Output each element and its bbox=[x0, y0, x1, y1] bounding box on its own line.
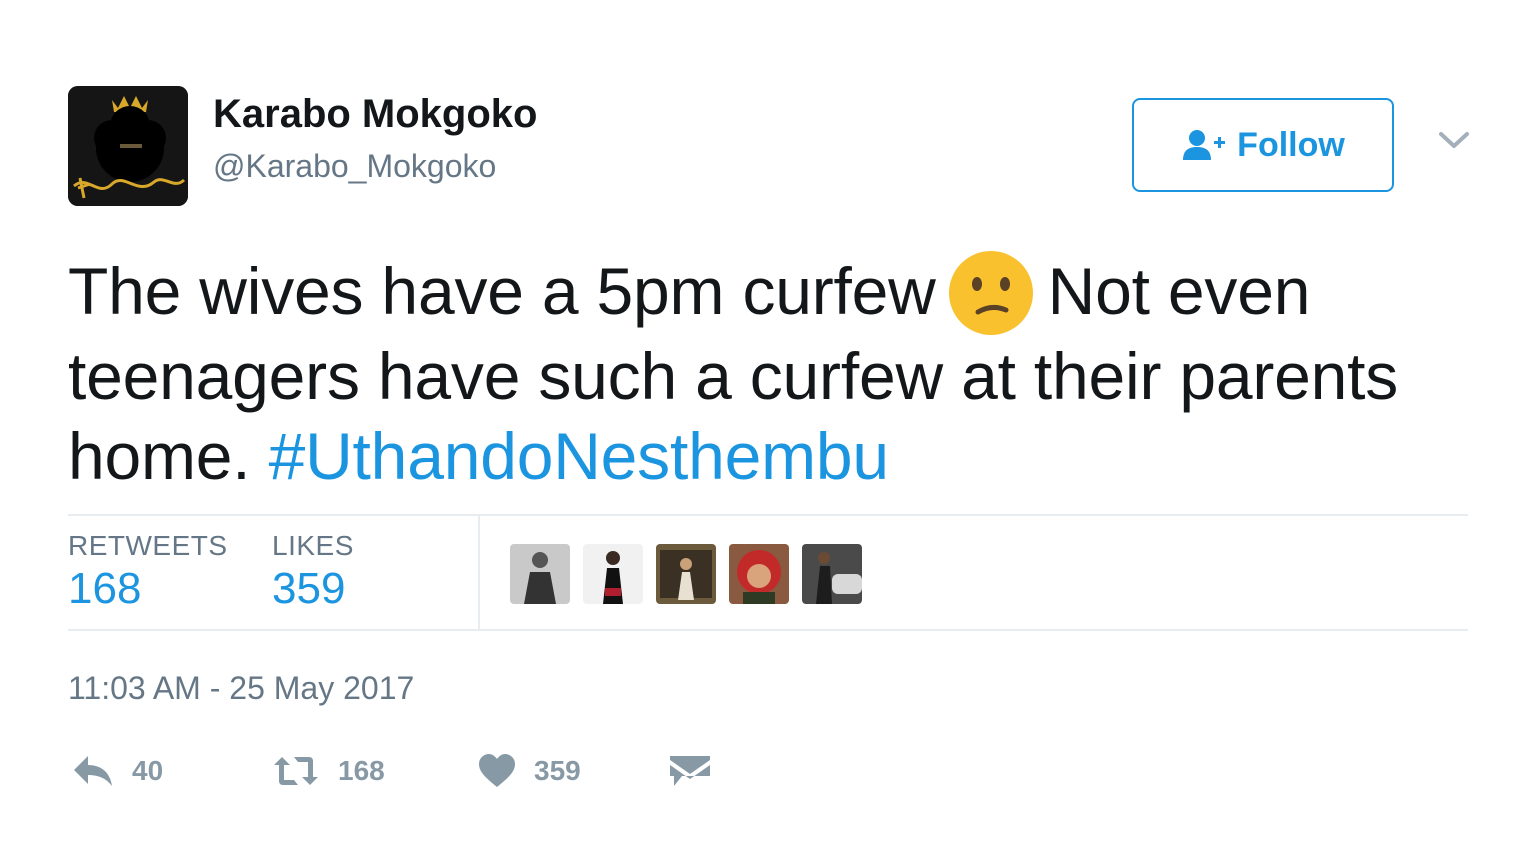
envelope-icon bbox=[670, 754, 710, 788]
like-button[interactable]: 359 bbox=[478, 748, 581, 794]
follow-label: Follow bbox=[1237, 125, 1345, 164]
tweet-text-part: The wives have a 5pm curfew bbox=[68, 254, 936, 328]
follow-button[interactable]: Follow bbox=[1132, 98, 1394, 192]
reply-count: 40 bbox=[132, 755, 164, 786]
hashtag-link[interactable]: #UthandoNesthembu bbox=[269, 419, 890, 493]
stats-separator bbox=[478, 516, 480, 629]
direct-message-button[interactable] bbox=[670, 748, 710, 794]
author-handle[interactable]: @Karabo_Mokgoko bbox=[213, 148, 496, 185]
tweet-text-part: home. bbox=[68, 419, 251, 493]
retweet-button[interactable]: 168 bbox=[272, 748, 385, 794]
avatar[interactable] bbox=[68, 86, 188, 206]
liker-avatar[interactable] bbox=[510, 544, 570, 604]
divider bbox=[68, 514, 1468, 516]
liker-avatar[interactable] bbox=[656, 544, 716, 604]
tweet-timestamp[interactable]: 11:03 AM - 25 May 2017 bbox=[68, 670, 414, 707]
liker-avatar[interactable] bbox=[583, 544, 643, 604]
confused-face-emoji bbox=[948, 250, 1034, 336]
divider bbox=[68, 629, 1468, 631]
author-name[interactable]: Karabo Mokgoko bbox=[213, 92, 537, 137]
liker-avatar[interactable] bbox=[802, 544, 862, 604]
chevron-down-icon[interactable] bbox=[1437, 128, 1471, 152]
add-user-icon bbox=[1181, 128, 1227, 162]
retweet-count: 168 bbox=[338, 755, 385, 786]
reply-button[interactable]: 40 bbox=[72, 748, 163, 794]
likes-count[interactable]: 359 bbox=[272, 564, 345, 614]
tweet-text-line: teenagers have such a curfew at their pa… bbox=[68, 339, 1399, 413]
tweet-text-part: Not even bbox=[1047, 254, 1311, 328]
retweets-count[interactable]: 168 bbox=[68, 564, 141, 614]
retweet-icon bbox=[272, 755, 320, 787]
heart-icon bbox=[478, 754, 516, 788]
likers-list bbox=[510, 544, 862, 604]
liker-avatar[interactable] bbox=[729, 544, 789, 604]
reply-icon bbox=[72, 754, 114, 788]
likes-label: LIKES bbox=[272, 530, 354, 561]
like-count: 359 bbox=[534, 755, 581, 786]
retweets-label: RETWEETS bbox=[68, 530, 228, 561]
tweet-text: The wives have a 5pm curfew Not even tee… bbox=[68, 250, 1488, 496]
